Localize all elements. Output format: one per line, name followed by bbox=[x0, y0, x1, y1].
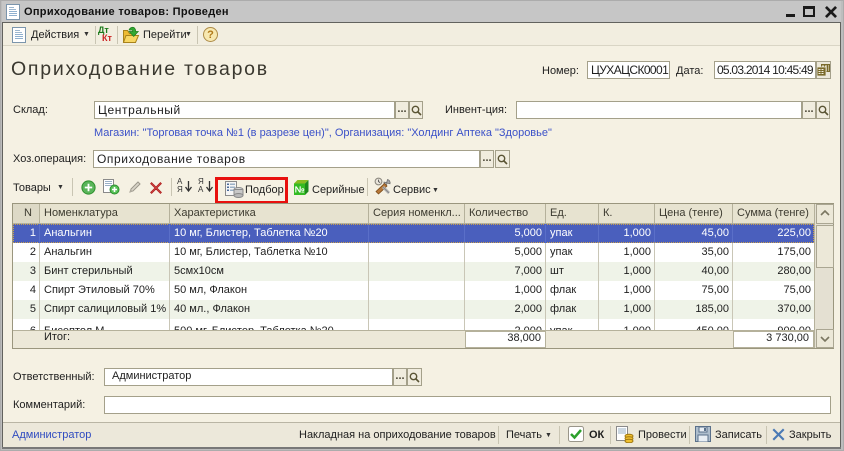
svg-text:№: № bbox=[295, 185, 305, 195]
